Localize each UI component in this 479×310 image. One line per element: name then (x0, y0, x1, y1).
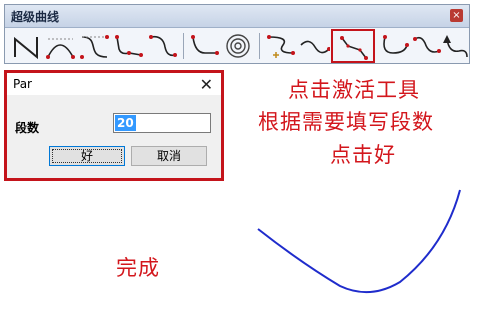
result-curve (257, 189, 461, 294)
